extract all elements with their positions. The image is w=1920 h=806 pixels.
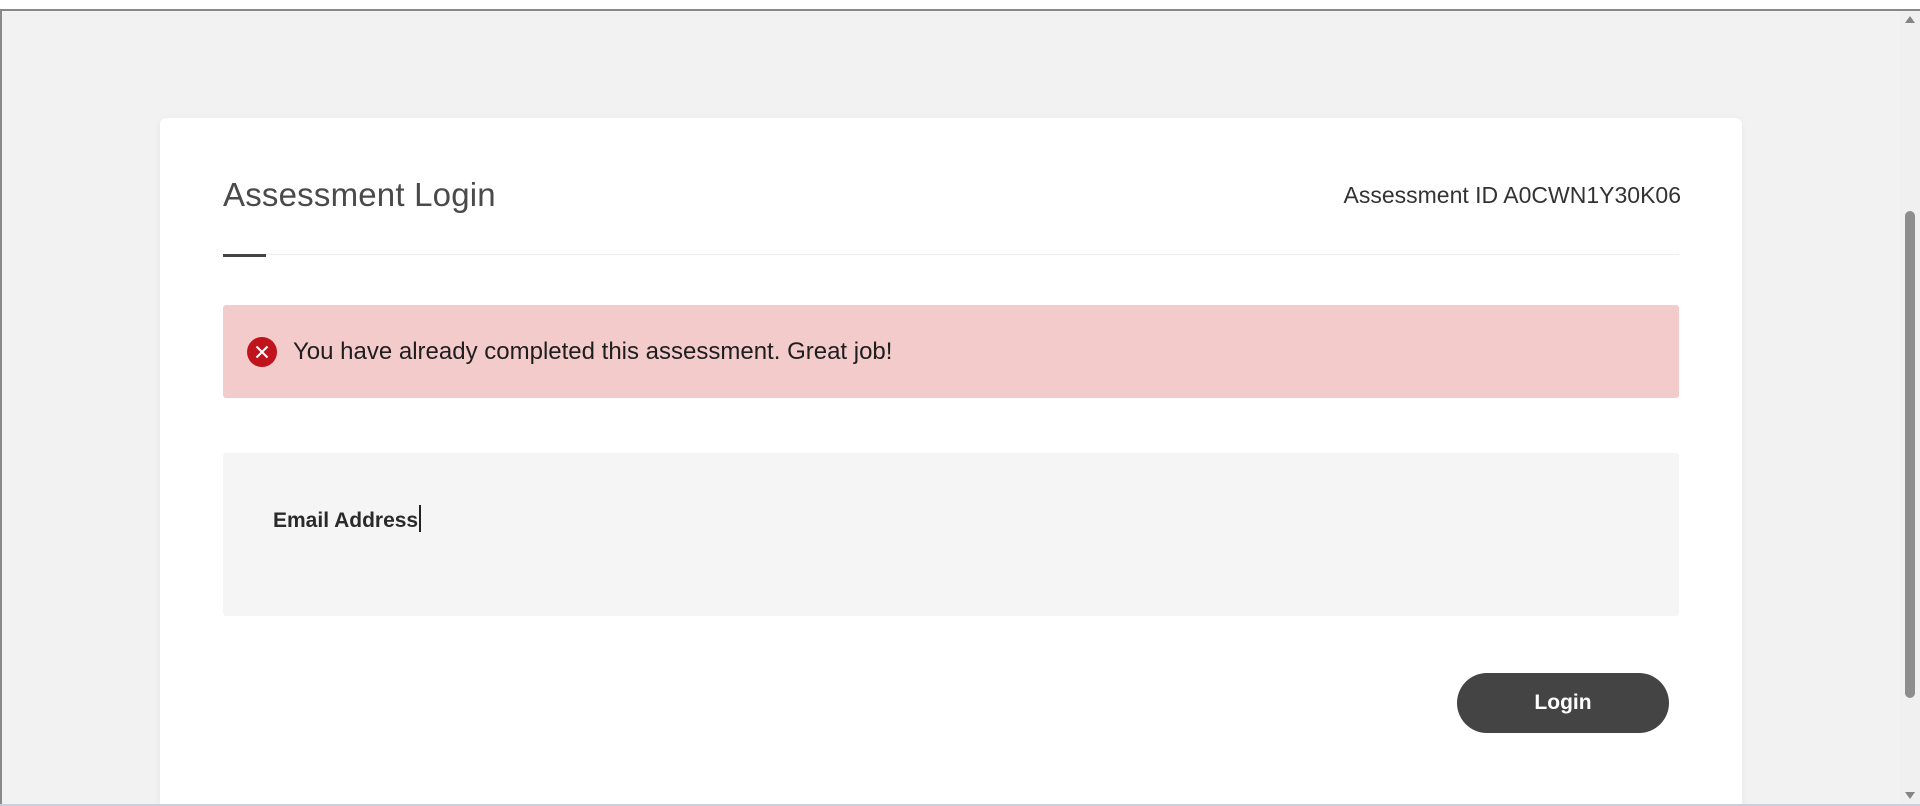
scroll-down-arrow-icon[interactable] [1905, 792, 1915, 799]
page-viewport: Assessment Login Assessment ID A0CWN1Y30… [2, 11, 1900, 804]
scrollbar-thumb[interactable] [1905, 211, 1915, 698]
email-form-panel: Email Address [223, 453, 1679, 616]
email-label-text: Email Address [273, 509, 419, 532]
page-title: Assessment Login [223, 176, 496, 213]
alert-message: You have already completed this assessme… [293, 337, 893, 365]
text-caret [419, 505, 422, 532]
vertical-scrollbar[interactable] [1900, 11, 1920, 804]
error-alert: You have already completed this assessme… [223, 305, 1679, 398]
scroll-up-arrow-icon[interactable] [1905, 16, 1915, 23]
email-label: Email Address [273, 505, 422, 533]
window-top-border [0, 0, 1920, 11]
assessment-id: Assessment ID A0CWN1Y30K06 [1343, 182, 1681, 208]
title-underline [223, 254, 266, 257]
header-divider [223, 254, 1679, 255]
error-circle-x-icon [247, 336, 277, 367]
email-input[interactable] [273, 543, 1633, 585]
login-card: Assessment Login Assessment ID A0CWN1Y30… [160, 118, 1742, 804]
login-button[interactable]: Login [1457, 673, 1669, 733]
